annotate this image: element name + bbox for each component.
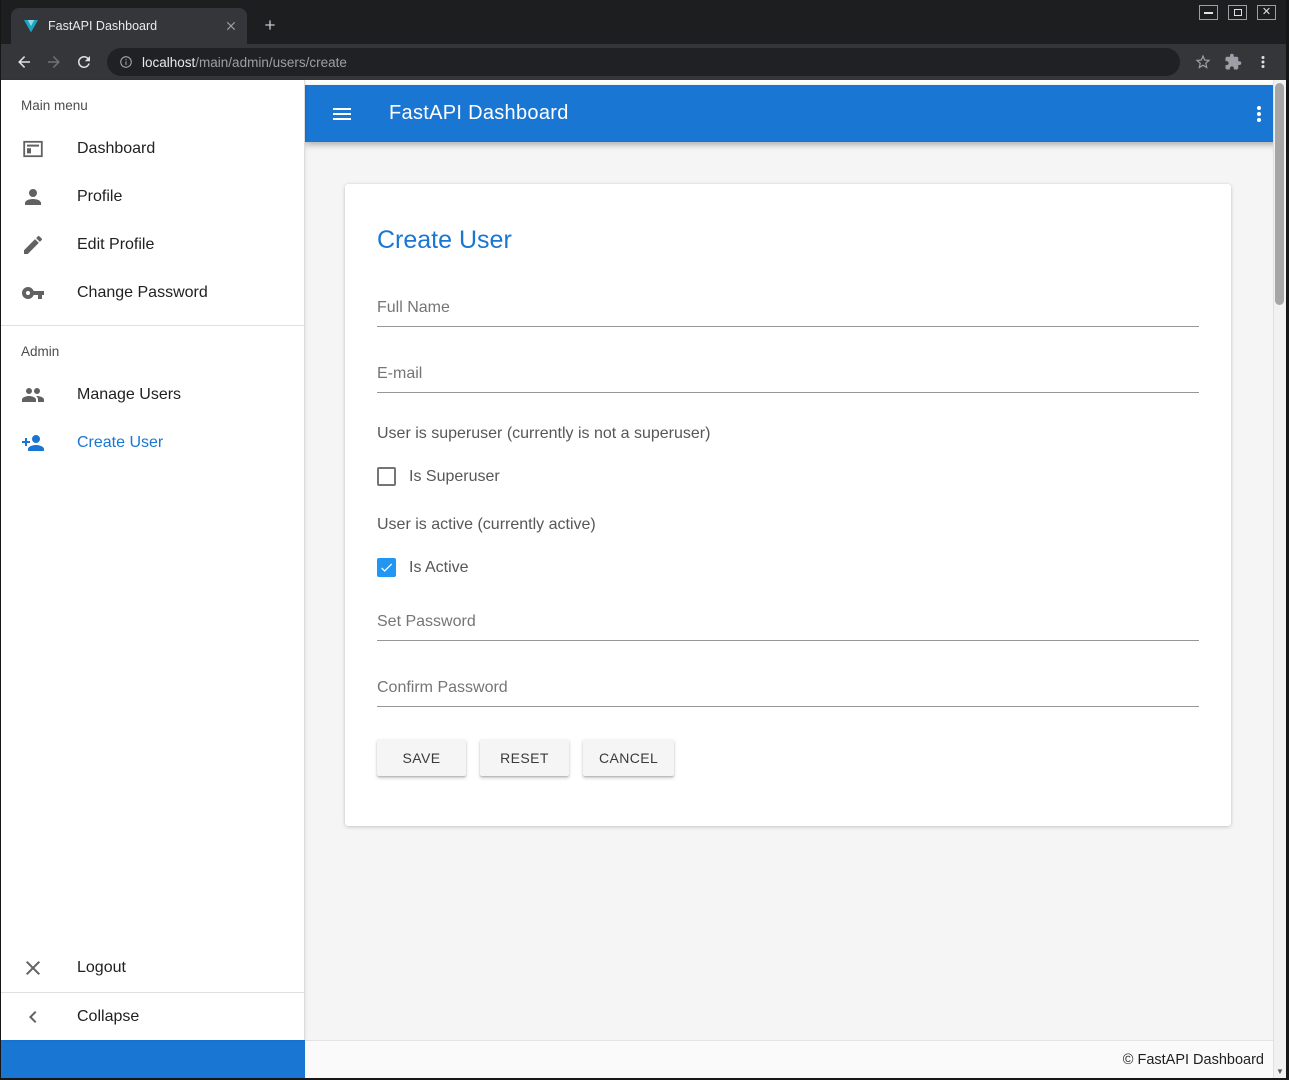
sidebar-item-label: Change Password	[77, 284, 208, 302]
url-path: /main/admin/users/create	[195, 55, 347, 70]
app-menu-kebab-icon[interactable]	[1246, 101, 1272, 127]
close-icon: ✕	[1262, 7, 1271, 18]
sidebar-section-main-menu: Main menu	[1, 80, 304, 125]
app-title: FastAPI Dashboard	[389, 102, 569, 125]
sidebar-collapse-button[interactable]: Collapse	[1, 992, 304, 1040]
reload-button[interactable]	[69, 48, 99, 76]
chevron-left-icon	[21, 1005, 45, 1029]
extension-icon[interactable]	[1218, 48, 1248, 76]
full-name-input[interactable]	[377, 293, 1199, 327]
page-title: Create User	[377, 226, 1199, 255]
active-hint-text: User is active (currently active)	[377, 516, 1199, 534]
address-bar[interactable]: localhost/main/admin/users/create	[107, 48, 1180, 76]
sidebar-item-label: Create User	[77, 434, 163, 452]
url-host: localhost	[142, 55, 195, 70]
sidebar-item-label: Logout	[77, 959, 126, 977]
new-tab-button[interactable]	[257, 12, 283, 38]
footer-accent-strip	[1, 1040, 305, 1078]
sidebar-section-admin: Admin	[1, 326, 304, 371]
cancel-button[interactable]: CANCEL	[583, 739, 674, 776]
hamburger-menu-icon[interactable]	[329, 101, 355, 127]
form-actions: SAVE RESET CANCEL	[377, 739, 1199, 776]
create-user-card: Create User User is superuser (currently…	[345, 184, 1231, 826]
confirm-password-input[interactable]	[377, 673, 1199, 707]
superuser-checkbox-label[interactable]: Is Superuser	[409, 468, 500, 486]
browser-window: FastAPI Dashboard ✕	[0, 0, 1289, 1080]
sidebar-item-logout[interactable]: Logout	[1, 944, 304, 992]
browser-tab[interactable]: FastAPI Dashboard	[11, 8, 247, 44]
save-button[interactable]: SAVE	[377, 739, 466, 776]
sidebar-item-create-user[interactable]: Create User	[1, 419, 304, 467]
bookmark-star-icon[interactable]	[1188, 48, 1218, 76]
set-password-input[interactable]	[377, 607, 1199, 641]
sidebar-item-label: Manage Users	[77, 386, 181, 404]
active-checkbox[interactable]	[377, 558, 396, 577]
active-checkbox-label[interactable]: Is Active	[409, 559, 469, 577]
sidebar-item-label: Edit Profile	[77, 236, 154, 254]
people-icon	[21, 383, 45, 407]
minimize-icon	[1204, 12, 1213, 14]
superuser-checkbox-row: Is Superuser	[377, 467, 1199, 486]
scrollbar-thumb[interactable]	[1275, 83, 1284, 305]
person-add-icon	[21, 431, 45, 455]
copyright-text: © FastAPI Dashboard	[1123, 1052, 1264, 1068]
pencil-icon	[21, 233, 45, 257]
forward-button[interactable]	[39, 48, 69, 76]
sidebar: Main menu Dashboard Profile Edit Profile	[1, 80, 305, 1040]
active-checkbox-row: Is Active	[377, 558, 1199, 577]
sidebar-item-edit-profile[interactable]: Edit Profile	[1, 221, 304, 269]
sidebar-spacer	[1, 467, 304, 944]
page-scrollbar[interactable]: ▼	[1273, 80, 1286, 1078]
full-name-field-wrap	[377, 293, 1199, 327]
browser-menu-icon[interactable]	[1248, 48, 1278, 76]
close-window-button[interactable]: ✕	[1257, 5, 1276, 20]
person-icon	[21, 185, 45, 209]
superuser-checkbox[interactable]	[377, 467, 396, 486]
browser-toolbar: localhost/main/admin/users/create	[1, 44, 1286, 80]
back-button[interactable]	[9, 48, 39, 76]
superuser-hint-text: User is superuser (currently is not a su…	[377, 425, 1199, 443]
browser-chrome: FastAPI Dashboard ✕	[1, 0, 1286, 80]
minimize-button[interactable]	[1199, 5, 1218, 20]
sidebar-item-dashboard[interactable]: Dashboard	[1, 125, 304, 173]
key-icon	[21, 281, 45, 305]
dashboard-icon	[21, 137, 45, 161]
maximize-button[interactable]	[1228, 5, 1247, 20]
content-area: Create User User is superuser (currently…	[305, 142, 1286, 1040]
logout-x-icon	[21, 956, 45, 980]
reset-button[interactable]: RESET	[480, 739, 569, 776]
email-input[interactable]	[377, 359, 1199, 393]
check-icon	[379, 560, 394, 575]
app-bar: FastAPI Dashboard	[305, 85, 1286, 142]
app-body: Main menu Dashboard Profile Edit Profile	[1, 80, 1286, 1040]
sidebar-item-label: Dashboard	[77, 140, 155, 158]
sidebar-item-label: Collapse	[77, 1008, 139, 1026]
site-info-icon[interactable]	[119, 55, 133, 69]
confirm-password-field-wrap	[377, 673, 1199, 707]
footer-bar: © FastAPI Dashboard	[305, 1040, 1286, 1078]
sidebar-item-manage-users[interactable]: Manage Users	[1, 371, 304, 419]
url-text: localhost/main/admin/users/create	[142, 55, 347, 70]
sidebar-item-profile[interactable]: Profile	[1, 173, 304, 221]
vuetify-favicon-icon	[23, 18, 39, 34]
maximize-icon	[1234, 9, 1242, 16]
email-field-wrap	[377, 359, 1199, 393]
footer: © FastAPI Dashboard	[1, 1040, 1286, 1078]
tab-close-icon[interactable]	[223, 18, 239, 34]
sidebar-item-change-password[interactable]: Change Password	[1, 269, 304, 317]
scrollbar-down-arrow[interactable]: ▼	[1274, 1067, 1286, 1076]
main-panel: FastAPI Dashboard Create User User is su…	[305, 80, 1286, 1040]
window-controls: ✕	[1199, 5, 1276, 20]
sidebar-item-label: Profile	[77, 188, 122, 206]
tab-strip: FastAPI Dashboard ✕	[1, 0, 1286, 44]
tab-title: FastAPI Dashboard	[48, 19, 223, 33]
set-password-field-wrap	[377, 607, 1199, 641]
